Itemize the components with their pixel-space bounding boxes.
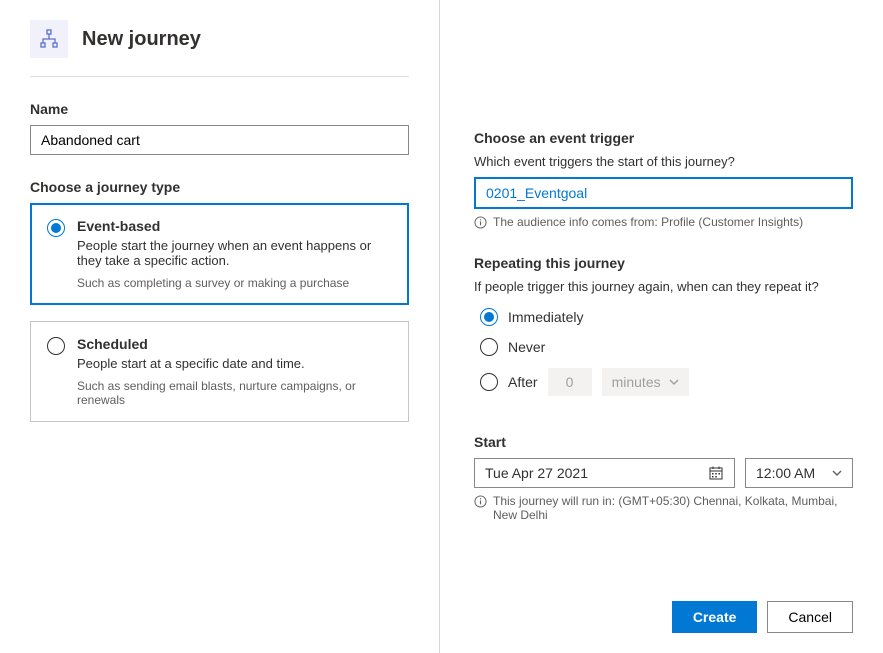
journey-type-event-based[interactable]: Event-based People start the journey whe… (30, 203, 409, 305)
event-trigger-section: Choose an event trigger Which event trig… (474, 130, 853, 229)
journey-type-label: Choose a journey type (30, 179, 409, 195)
journey-type-title: Event-based (77, 218, 392, 234)
start-section: Start Tue Apr 27 2021 12:00 AM (474, 434, 853, 522)
repeat-option-after[interactable]: After minutes (480, 368, 853, 396)
chevron-down-icon (832, 468, 842, 478)
repeat-sublabel: If people trigger this journey again, wh… (474, 279, 853, 294)
right-pane: Choose an event trigger Which event trig… (440, 0, 883, 653)
chevron-down-icon (669, 377, 679, 387)
start-row: Tue Apr 27 2021 12:00 AM (474, 458, 853, 488)
radio-icon (480, 338, 498, 356)
cancel-button[interactable]: Cancel (767, 601, 853, 633)
trigger-heading: Choose an event trigger (474, 130, 853, 146)
radio-icon (47, 337, 65, 355)
start-heading: Start (474, 434, 853, 450)
journey-type-content: Scheduled People start at a specific dat… (77, 336, 392, 407)
journey-icon (30, 20, 68, 58)
journey-type-scheduled[interactable]: Scheduled People start at a specific dat… (30, 321, 409, 422)
trigger-info-line: The audience info comes from: Profile (C… (474, 215, 853, 229)
repeat-section: Repeating this journey If people trigger… (474, 255, 853, 408)
start-date-picker[interactable]: Tue Apr 27 2021 (474, 458, 735, 488)
repeat-option-label: After (508, 374, 538, 390)
radio-icon (480, 373, 498, 391)
after-value-input (548, 368, 592, 396)
journey-type-hint: Such as sending email blasts, nurture ca… (77, 379, 392, 407)
journey-type-title: Scheduled (77, 336, 392, 352)
journey-type-options: Event-based People start the journey whe… (30, 203, 409, 422)
repeat-option-immediately[interactable]: Immediately (480, 308, 853, 326)
start-time-value: 12:00 AM (756, 465, 815, 481)
repeat-heading: Repeating this journey (474, 255, 853, 271)
trigger-sublabel: Which event triggers the start of this j… (474, 154, 853, 169)
name-input[interactable] (30, 125, 409, 155)
start-time-picker[interactable]: 12:00 AM (745, 458, 853, 488)
start-date-value: Tue Apr 27 2021 (485, 465, 588, 481)
journey-type-desc: People start the journey when an event h… (77, 238, 392, 268)
spacer (474, 522, 853, 587)
spacer (474, 20, 853, 130)
info-icon (474, 495, 487, 508)
repeat-option-label: Immediately (508, 309, 583, 325)
timezone-info-text: This journey will run in: (GMT+05:30) Ch… (493, 494, 853, 522)
repeat-option-label: Never (508, 339, 545, 355)
after-unit-select: minutes (602, 368, 689, 396)
radio-icon (47, 219, 65, 237)
journey-type-hint: Such as completing a survey or making a … (77, 276, 392, 290)
journey-type-desc: People start at a specific date and time… (77, 356, 392, 371)
timezone-info-line: This journey will run in: (GMT+05:30) Ch… (474, 494, 853, 522)
page-title: New journey (82, 28, 201, 51)
name-section: Name (30, 101, 409, 155)
journey-type-section: Choose a journey type Event-based People… (30, 179, 409, 422)
left-pane: New journey Name Choose a journey type E… (0, 0, 440, 653)
journey-type-content: Event-based People start the journey whe… (77, 218, 392, 290)
trigger-input[interactable] (474, 177, 853, 209)
name-label: Name (30, 101, 409, 117)
info-icon (474, 216, 487, 229)
repeat-options: Immediately Never After minutes (474, 308, 853, 396)
trigger-info-text: The audience info comes from: Profile (C… (493, 215, 803, 229)
radio-icon (480, 308, 498, 326)
calendar-icon (708, 465, 724, 481)
repeat-option-never[interactable]: Never (480, 338, 853, 356)
dialog-footer: Create Cancel (474, 587, 853, 633)
create-button[interactable]: Create (672, 601, 758, 633)
page-header: New journey (30, 20, 409, 77)
after-unit-label: minutes (612, 374, 661, 390)
